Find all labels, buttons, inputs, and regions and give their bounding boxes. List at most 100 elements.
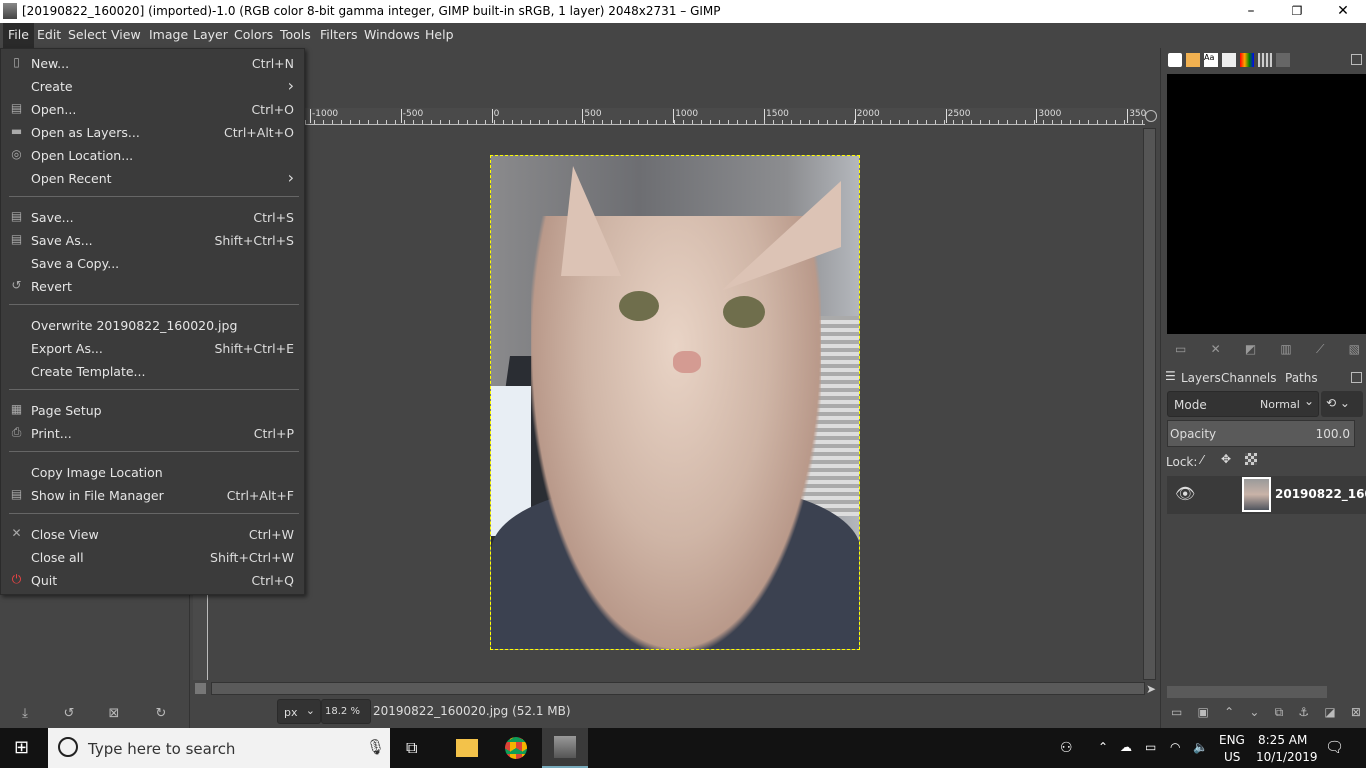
menu-item-save-as[interactable]: ▤ Save As... Shift+Ctrl+S — [1, 229, 304, 252]
language-region[interactable]: US — [1224, 750, 1240, 764]
duplicate-layer-icon[interactable]: ⧉ — [1275, 705, 1284, 720]
eye-visibility-icon[interactable]: 👁 — [1175, 484, 1195, 503]
menu-tools[interactable]: Tools — [280, 27, 311, 42]
taskbar-search-box[interactable]: Type here to search 🎙 — [48, 728, 390, 768]
task-view-icon[interactable]: ⧉ — [406, 738, 417, 758]
lock-position-icon[interactable]: ✥ — [1221, 452, 1231, 466]
save-tool-preset-icon[interactable]: ⤓ — [18, 706, 32, 721]
palettes-tab-icon[interactable] — [1258, 53, 1272, 67]
action-center-icon[interactable]: 🗨 — [1325, 738, 1344, 756]
menu-item-open-as-layers[interactable]: ▬ Open as Layers... Ctrl+Alt+O — [1, 121, 304, 144]
layers-hscrollbar[interactable] — [1167, 686, 1327, 698]
tab-paths[interactable]: Paths — [1285, 371, 1318, 385]
menu-item-overwrite-20190822-160020-jpg[interactable]: Overwrite 20190822_160020.jpg — [1, 314, 304, 337]
vertical-scrollbar[interactable] — [1143, 128, 1156, 680]
lower-layer-icon[interactable]: ⌄ — [1249, 705, 1259, 720]
menu-file[interactable]: File — [3, 23, 34, 48]
lock-alpha-icon[interactable] — [1245, 453, 1257, 465]
horizontal-scrollbar[interactable] — [211, 682, 1145, 695]
menu-item-close-view[interactable]: ✕ Close View Ctrl+W — [1, 523, 304, 546]
menu-select[interactable]: Select — [68, 27, 107, 42]
file-explorer-icon[interactable] — [456, 739, 478, 757]
select-icon[interactable]: ▭ — [1175, 342, 1186, 357]
clock-time[interactable]: 8:25 AM — [1258, 733, 1307, 747]
language-indicator[interactable]: ENG — [1219, 733, 1245, 747]
image-canvas[interactable] — [490, 155, 860, 650]
menu-item-revert[interactable]: ↺ Revert — [1, 275, 304, 298]
battery-icon[interactable]: ▭ — [1145, 740, 1156, 754]
minimize-button[interactable]: – — [1228, 0, 1274, 23]
restore-icon[interactable]: ↺ — [62, 706, 76, 721]
menu-item-save-a-copy[interactable]: Save a Copy... — [1, 252, 304, 275]
layers-dock-menu-icon[interactable] — [1351, 372, 1362, 383]
delete-icon[interactable]: ⊠ — [107, 706, 121, 721]
menu-item-create[interactable]: Create › — [1, 75, 304, 98]
unit-select[interactable]: px ⌄ — [277, 699, 321, 724]
menu-item-close-all[interactable]: Close all Shift+Ctrl+W — [1, 546, 304, 569]
refresh-icon[interactable]: ⟋ — [1316, 342, 1324, 357]
maximize-button[interactable]: ❐ — [1274, 0, 1320, 23]
reset-icon[interactable]: ↻ — [154, 706, 168, 721]
onedrive-icon[interactable]: ☁ — [1120, 740, 1132, 754]
anchor-icon[interactable]: ⚓ — [1298, 705, 1309, 720]
gradients-tab-icon[interactable] — [1240, 53, 1254, 67]
menu-item-save[interactable]: ▤ Save... Ctrl+S — [1, 206, 304, 229]
close-button[interactable]: ✕ — [1320, 0, 1366, 23]
menu-item-new[interactable]: ▯ New... Ctrl+N — [1, 52, 304, 75]
brushes-tab-icon[interactable] — [1168, 53, 1182, 67]
delete-icon[interactable]: ✕ — [1211, 342, 1221, 357]
delete-layer-icon[interactable]: ⊠ — [1351, 705, 1361, 720]
menu-item-open-recent[interactable]: Open Recent › — [1, 167, 304, 190]
menu-windows[interactable]: Windows — [364, 27, 420, 42]
dock-menu-icon[interactable] — [1351, 54, 1362, 65]
quick-mask-toggle[interactable] — [195, 683, 206, 694]
composite-mode-select[interactable]: ⟲ ⌄ — [1321, 391, 1363, 417]
chrome-icon[interactable] — [505, 737, 527, 759]
lock-pixels-icon[interactable]: ⁄ — [1201, 453, 1203, 467]
wifi-icon[interactable]: ◠ — [1170, 740, 1180, 754]
menu-item-page-setup[interactable]: ▦ Page Setup — [1, 399, 304, 422]
document-tab-icon[interactable] — [1222, 53, 1236, 67]
volume-icon[interactable]: 🔈 — [1193, 740, 1208, 754]
menu-item-copy-image-location[interactable]: Copy Image Location — [1, 461, 304, 484]
menu-view[interactable]: View — [111, 27, 141, 42]
edit-icon[interactable]: ◩ — [1245, 342, 1256, 357]
menu-item-create-template[interactable]: Create Template... — [1, 360, 304, 383]
layer-row[interactable]: 👁 20190822_1600 — [1167, 476, 1366, 514]
menu-item-open[interactable]: ▤ Open... Ctrl+O — [1, 98, 304, 121]
menu-image[interactable]: Image — [149, 27, 188, 42]
zoom-image-icon[interactable] — [1145, 110, 1157, 122]
images-tab-icon[interactable] — [1276, 53, 1290, 67]
duplicate-icon[interactable]: ▥ — [1280, 342, 1291, 357]
menu-item-quit[interactable]: ⏻ Quit Ctrl+Q — [1, 569, 304, 592]
menu-edit[interactable]: Edit — [37, 27, 61, 42]
navigate-icon[interactable]: ➤ — [1146, 682, 1156, 696]
microphone-icon[interactable]: 🎙 — [366, 738, 385, 756]
menu-help[interactable]: Help — [425, 27, 454, 42]
clock-date[interactable]: 10/1/2019 — [1256, 750, 1318, 764]
menu-colors[interactable]: Colors — [234, 27, 273, 42]
mode-select[interactable]: Mode Normal ⌄ — [1167, 391, 1319, 417]
windows-start-icon[interactable]: ⊞ — [14, 737, 29, 758]
raise-layer-icon[interactable]: ⌃ — [1224, 705, 1234, 720]
layer-name[interactable]: 20190822_1600 — [1275, 487, 1366, 501]
people-icon[interactable]: ⚇ — [1060, 740, 1073, 756]
menu-layer[interactable]: Layer — [193, 27, 228, 42]
menu-item-show-in-file-manager[interactable]: ▤ Show in File Manager Ctrl+Alt+F — [1, 484, 304, 507]
menu-filters[interactable]: Filters — [320, 27, 357, 42]
menu-item-export-as[interactable]: Export As... Shift+Ctrl+E — [1, 337, 304, 360]
mask-icon[interactable]: ◪ — [1324, 705, 1335, 720]
patterns-tab-icon[interactable] — [1186, 53, 1200, 67]
tab-layers[interactable]: Layers — [1181, 371, 1221, 385]
show-hidden-icons[interactable]: ⌃ — [1098, 740, 1108, 754]
zoom-select[interactable]: 18.2 % — [321, 699, 371, 724]
opacity-slider[interactable]: Opacity 100.0 — [1167, 420, 1355, 447]
gimp-taskbar-button[interactable] — [542, 728, 588, 768]
tab-channels[interactable]: Channels — [1221, 371, 1277, 385]
menu-item-print[interactable]: ⎙ Print... Ctrl+P — [1, 422, 304, 445]
fonts-tab-icon[interactable]: Aa — [1204, 53, 1218, 67]
new-group-icon[interactable]: ▣ — [1198, 705, 1209, 720]
open-icon[interactable]: ▧ — [1349, 342, 1360, 357]
menu-item-open-location[interactable]: ◎ Open Location... — [1, 144, 304, 167]
new-layer-icon[interactable]: ▭ — [1171, 705, 1182, 720]
